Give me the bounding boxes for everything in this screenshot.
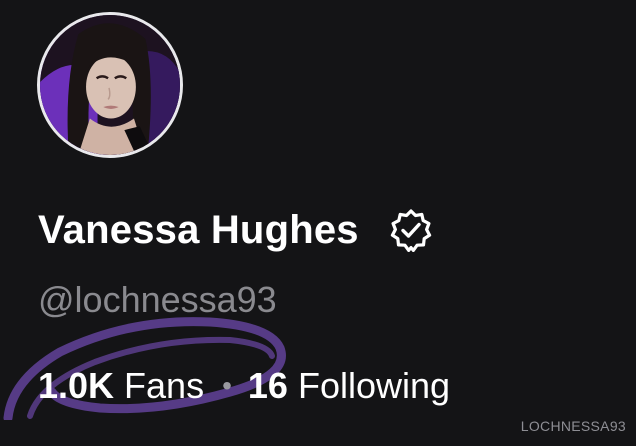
name-row: Vanessa Hughes — [38, 202, 433, 258]
profile-stats: 1.0K Fans • 16 Following — [38, 362, 450, 410]
fans-count[interactable]: 1.0K — [38, 365, 114, 407]
following-label[interactable]: Following — [298, 365, 450, 407]
avatar[interactable] — [37, 12, 183, 158]
fans-label[interactable]: Fans — [124, 365, 204, 407]
following-count[interactable]: 16 — [248, 365, 288, 407]
stats-separator: • — [222, 370, 232, 401]
watermark: LOCHNESSA93 — [520, 418, 626, 434]
display-name: Vanessa Hughes — [38, 207, 359, 252]
username-handle: @lochnessa93 — [38, 279, 277, 320]
verified-badge-icon — [389, 208, 433, 252]
